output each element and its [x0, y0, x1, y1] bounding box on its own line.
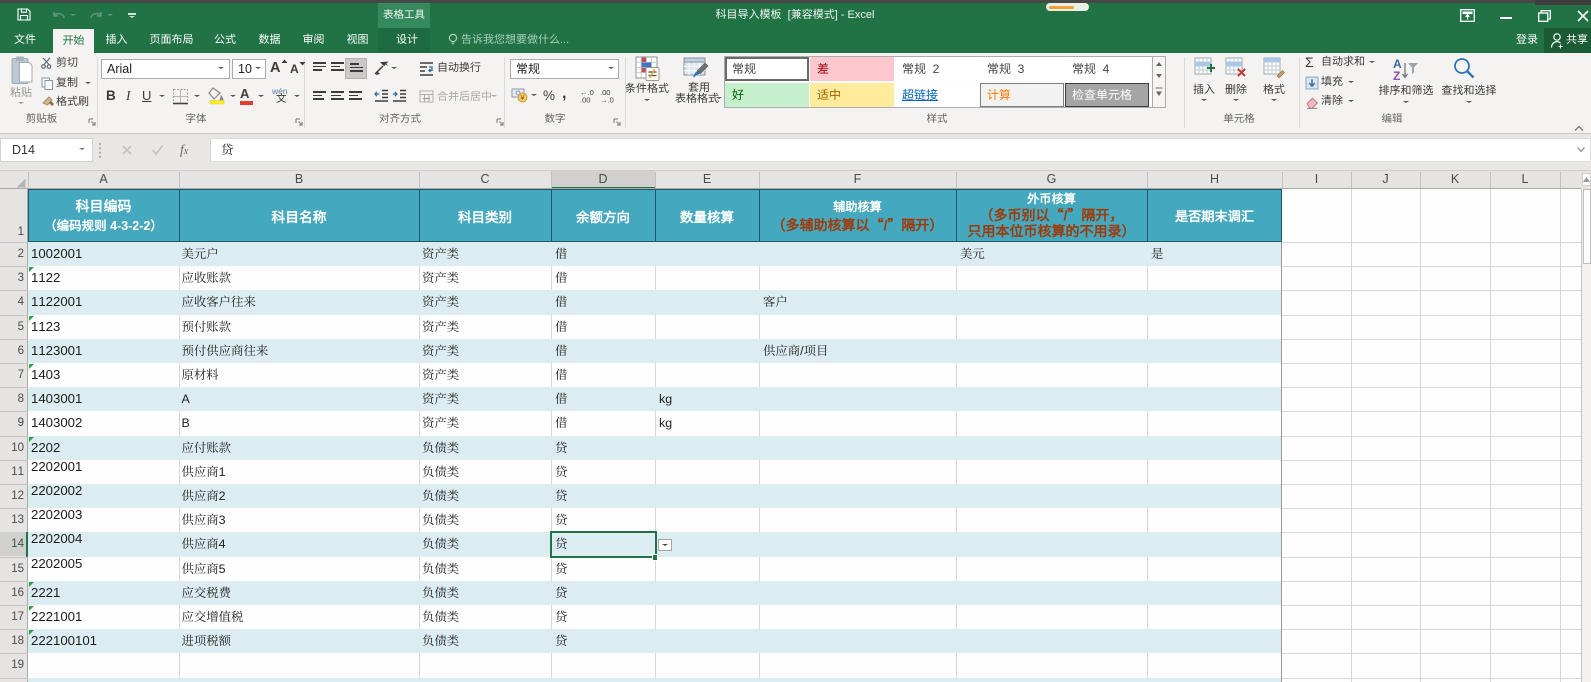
svg-text:Z: Z — [1393, 69, 1400, 83]
